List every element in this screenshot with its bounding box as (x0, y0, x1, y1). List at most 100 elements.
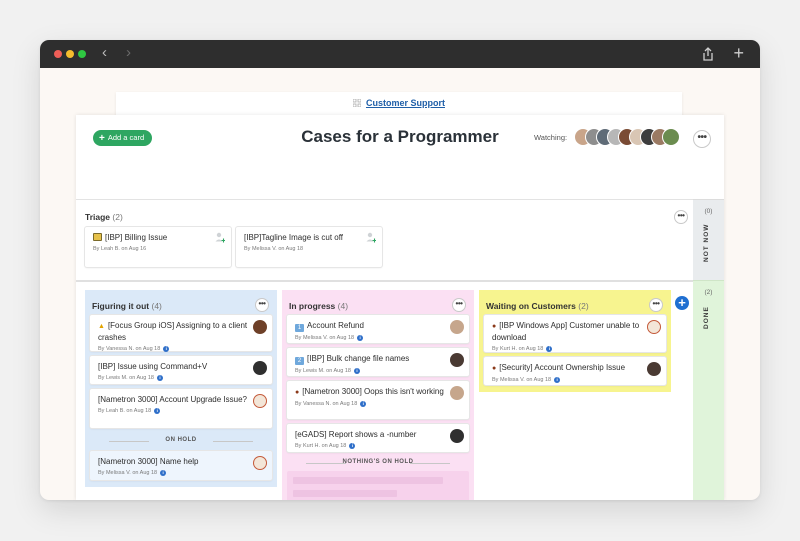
minimize-window-button[interactable] (66, 50, 74, 58)
close-window-button[interactable] (54, 50, 62, 58)
card-meta: By Vanessa N. on Aug 18 (295, 401, 358, 407)
warning-icon: ▲ (98, 323, 105, 330)
watchers-avatars[interactable] (574, 128, 682, 146)
card-meta: By Melissa V. on Aug 18 (295, 335, 355, 341)
placeholder-line (293, 490, 397, 497)
column-menu-button[interactable]: ••• (649, 298, 663, 312)
divider (76, 199, 693, 200)
triage-card[interactable]: [IBP] Billing Issue By Leah B. on Aug 16 (85, 227, 231, 267)
grid-icon (352, 99, 361, 107)
browser-window: ‹ › + Customer Support + Add a card Cases… (40, 40, 760, 500)
placeholder-line (293, 477, 443, 484)
card[interactable]: ● [Security] Account Ownership Issue By M… (484, 357, 666, 385)
not-now-section[interactable]: (0) NOT NOW (693, 199, 724, 280)
avatar (253, 320, 267, 334)
avatar (450, 353, 464, 367)
new-tab-icon[interactable]: + (733, 43, 744, 63)
info-icon: i (349, 443, 356, 449)
done-label: DONE (703, 306, 710, 329)
column-figuring-it-out: Figuring it out (4) ••• ▲ [Focus Group iO… (85, 290, 277, 487)
card-meta: By Kurt H. on Aug 18 (492, 346, 544, 352)
credit-card-icon (93, 233, 102, 241)
board-menu-button[interactable]: ••• (693, 130, 711, 148)
card-meta: By Melissa V. on Aug 18 (244, 246, 304, 252)
not-now-label: NOT NOW (703, 223, 710, 262)
column-waiting-on-customers: Waiting on Customers (2) ••• ● [IBP Windo… (479, 290, 671, 392)
done-section[interactable]: (2) DONE (693, 280, 724, 500)
card-title: [IBP] Issue using Command+V (98, 362, 208, 371)
triage-menu-button[interactable]: ••• (674, 210, 688, 224)
card[interactable]: 2 [IBP] Bulk change file names By Lewis M… (287, 348, 469, 376)
info-icon: i (160, 470, 167, 476)
info-icon: i (546, 346, 553, 352)
card[interactable]: [eGADS] Report shows a -number By Kurt H… (287, 424, 469, 452)
card-meta: By Leah B. on Aug 18 (98, 408, 152, 414)
card[interactable]: ● [Nametron 3000] Oops this isn't working… (287, 381, 469, 419)
card-meta: By Leah B. on Aug 16 (93, 246, 147, 252)
column-title: Waiting on Customers (486, 301, 576, 311)
card-meta: By Lewis M. on Aug 18 (98, 375, 154, 381)
column-menu-button[interactable]: ••• (255, 298, 269, 312)
divider (76, 280, 693, 282)
assign-person-icon[interactable] (215, 232, 225, 243)
bug-icon: ● (492, 323, 497, 330)
card-title: [eGADS] Report shows a -number (295, 430, 417, 439)
card[interactable]: [Nametron 3000] Account Upgrade Issue? B… (90, 389, 272, 428)
on-hold-card[interactable]: [Nametron 3000] Name help By Melissa V. … (90, 451, 272, 480)
bug-icon: ● (295, 389, 300, 396)
card[interactable]: [IBP] Issue using Command+V By Lewis M. … (90, 356, 272, 384)
avatar (647, 362, 661, 376)
card-title: [IBP] Bulk change file names (307, 354, 410, 363)
number-badge-icon: 1 (295, 324, 304, 332)
triage-title: Triage (2) (85, 212, 123, 222)
card-title: [Nametron 3000] Name help (98, 457, 199, 466)
bug-icon: ● (492, 365, 497, 372)
info-icon: i (156, 375, 163, 381)
breadcrumb-link[interactable]: Customer Support (366, 98, 445, 108)
empty-hold-placeholder (287, 471, 469, 500)
info-icon: i (163, 346, 170, 352)
info-icon: i (357, 335, 364, 341)
avatar (450, 386, 464, 400)
column-title: Figuring it out (92, 301, 150, 311)
column-in-progress: In progress (4) ••• 1 Account Refund By M… (282, 290, 474, 500)
info-icon: i (554, 377, 561, 383)
avatar (450, 429, 464, 443)
assign-person-icon[interactable] (366, 232, 376, 243)
card[interactable]: ▲ [Focus Group iOS] Assigning to a client… (90, 315, 272, 352)
card-meta: By Lewis M. on Aug 18 (295, 368, 351, 374)
card-title: [Nametron 3000] Oops this isn't working (302, 387, 444, 396)
on-hold-divider: ON HOLD (85, 437, 277, 443)
card-title: Account Refund (307, 321, 364, 330)
info-icon: i (154, 408, 161, 414)
breadcrumb: Customer Support (116, 98, 682, 108)
avatar (450, 320, 464, 334)
card-meta: By Vanessa N. on Aug 18 (98, 346, 161, 352)
share-icon[interactable] (702, 47, 714, 61)
card[interactable]: ● [IBP Windows App] Customer unable to do… (484, 315, 666, 352)
card-title: [IBP]Tagline Image is cut off (244, 233, 344, 242)
number-badge-icon: 2 (295, 357, 304, 365)
nothing-on-hold-divider: NOTHING'S ON HOLD (282, 459, 474, 465)
card-meta: By Melissa V. on Aug 18 (492, 377, 552, 383)
avatar (647, 320, 661, 334)
card-meta: By Melissa V. on Aug 18 (98, 470, 158, 476)
card-meta: By Kurt H. on Aug 18 (295, 443, 347, 449)
card[interactable]: 1 Account Refund By Melissa V. on Aug 18 i (287, 315, 469, 343)
card-title: [IBP Windows App] Customer unable to dow… (492, 321, 640, 342)
card-title: [IBP] Billing Issue (105, 233, 168, 242)
back-icon[interactable]: ‹ (102, 45, 107, 61)
info-icon: i (353, 368, 360, 374)
add-column-button[interactable]: + (675, 296, 689, 310)
column-menu-button[interactable]: ••• (452, 298, 466, 312)
triage-card[interactable]: [IBP]Tagline Image is cut off By Melissa… (236, 227, 382, 267)
avatar (253, 456, 267, 470)
card-table: + Add a card Cases for a Programmer Watch… (76, 115, 724, 500)
avatar (253, 361, 267, 375)
avatar (253, 394, 267, 408)
maximize-window-button[interactable] (78, 50, 86, 58)
browser-titlebar: ‹ › + (40, 40, 760, 68)
forward-icon[interactable]: › (126, 45, 131, 61)
card-title: [Focus Group iOS] Assigning to a client … (98, 321, 248, 342)
avatar[interactable] (662, 128, 680, 146)
